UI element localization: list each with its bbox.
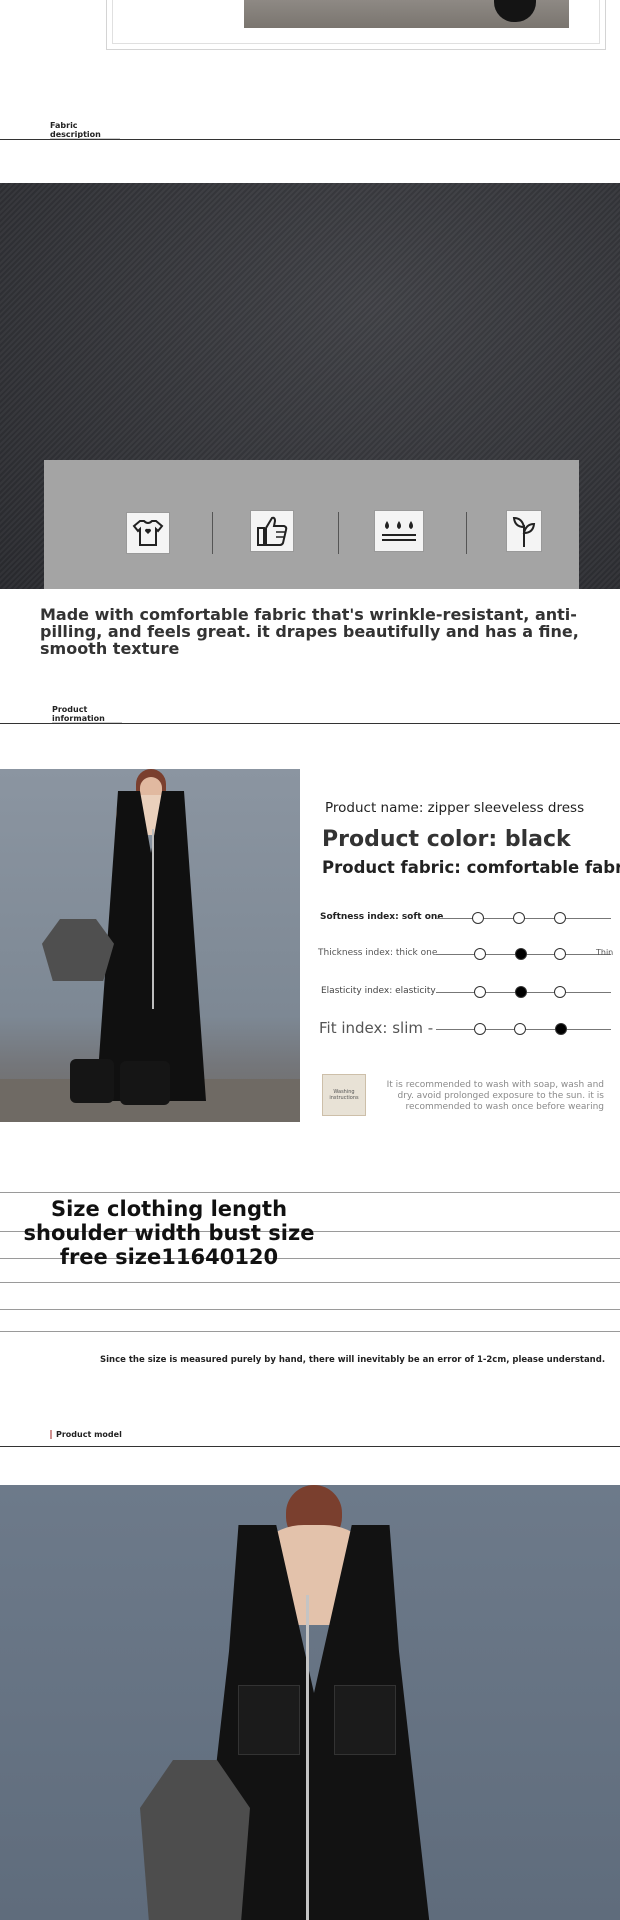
thumbs-up-icon xyxy=(250,510,294,552)
softness-scale xyxy=(436,911,611,925)
fit-scale xyxy=(436,1022,611,1036)
product-section-label: Product information xyxy=(52,705,105,723)
product-model-closeup-photo xyxy=(0,1485,620,1920)
scale-dot-selected xyxy=(515,986,527,998)
scale-dot xyxy=(474,948,486,960)
scale-dot xyxy=(554,912,566,924)
washing-tag-text: Washing instructions xyxy=(329,1089,359,1101)
softness-label: Softness index: soft one xyxy=(320,912,444,922)
table-line xyxy=(0,1331,620,1332)
fabric-description: Made with comfortable fabric that's wrin… xyxy=(40,605,579,658)
fit-label: Fit index: slim - xyxy=(319,1019,434,1037)
scale-dot xyxy=(514,1023,526,1035)
size-table-text: Size clothing length shoulder width bust… xyxy=(23,1197,315,1269)
icon-separator xyxy=(212,512,213,554)
dress-pocket xyxy=(238,1685,300,1755)
washing-tag: Washing instructions xyxy=(322,1074,366,1116)
scale-dot xyxy=(513,912,525,924)
scale-dot-selected xyxy=(555,1023,567,1035)
scale-dot xyxy=(474,1023,486,1035)
dress-pocket xyxy=(334,1685,396,1755)
section-divider xyxy=(0,723,620,724)
thickness-label: Thickness index: thick one xyxy=(318,948,438,958)
product-model-photo xyxy=(0,769,300,1122)
size-note: Since the size is measured purely by han… xyxy=(100,1355,606,1365)
product-name: Product name: zipper sleeveless dress xyxy=(325,800,585,816)
washing-instructions: It is recommended to wash with soap, was… xyxy=(386,1080,604,1112)
woven-handbag xyxy=(42,919,114,981)
model-section-label: Product model xyxy=(50,1430,122,1439)
scale-dot xyxy=(474,986,486,998)
model-shoe-right xyxy=(120,1061,170,1105)
product-color: Product color: black xyxy=(322,827,571,852)
section-divider xyxy=(0,1446,620,1447)
elasticity-label: Elasticity index: elasticity xyxy=(321,986,436,996)
table-line xyxy=(0,1192,620,1193)
section-divider xyxy=(0,139,620,140)
scale-dot xyxy=(554,986,566,998)
icon-separator xyxy=(338,512,339,554)
scale-dot-selected xyxy=(515,948,527,960)
tshirt-heart-icon xyxy=(126,512,170,554)
dress-zipper xyxy=(306,1595,309,1920)
scale-dot xyxy=(472,912,484,924)
table-line xyxy=(0,1309,620,1310)
icon-separator xyxy=(466,512,467,554)
dress-zipper xyxy=(152,829,154,1009)
fabric-section-label: Fabric description xyxy=(50,121,101,139)
thickness-scale: Thin xyxy=(436,947,614,961)
sprout-icon xyxy=(506,510,542,552)
fabric-icon-panel xyxy=(44,460,579,589)
scale-dot xyxy=(554,948,566,960)
water-drops-icon xyxy=(374,510,424,552)
table-line xyxy=(0,1282,620,1283)
product-fabric: Product fabric: comfortable fabric xyxy=(322,858,620,877)
elasticity-scale xyxy=(436,985,611,999)
model-shoe-left xyxy=(70,1059,114,1103)
woven-handbag xyxy=(140,1760,250,1920)
thickness-end-label: Thin xyxy=(596,948,614,957)
